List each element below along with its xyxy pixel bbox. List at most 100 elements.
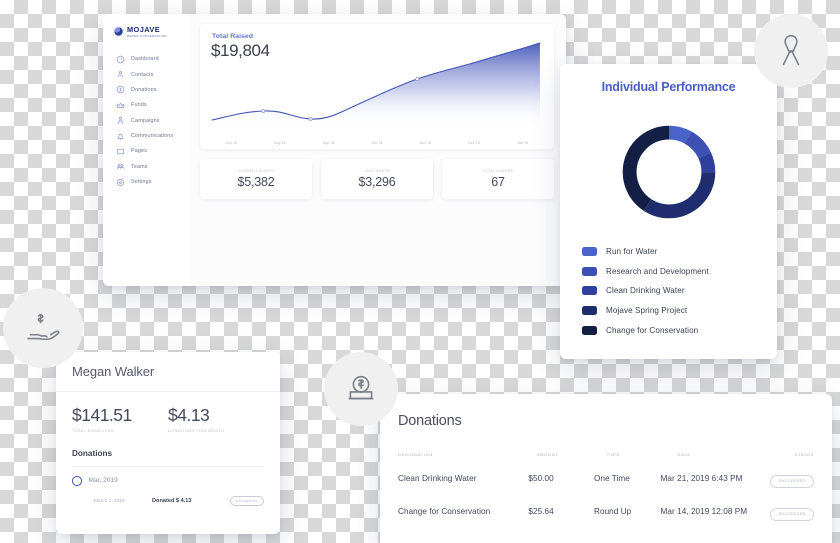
legend-swatch xyxy=(582,286,597,296)
sidebar-item-donations[interactable]: Donations xyxy=(103,82,189,97)
donor-name: Megan Walker xyxy=(72,364,155,379)
cell-status: SUCCEEDED xyxy=(770,502,814,521)
sidebar-item-label: Dashboard xyxy=(131,56,159,63)
page-title: Donations xyxy=(398,413,462,429)
cell-type: Round Up xyxy=(594,507,632,516)
stat-value: 67 xyxy=(491,175,505,189)
stat-label: TOTAL DONORS xyxy=(482,169,514,173)
donor-stats: $141.51 TOTAL DONATIONS $4.13 DONATIONS … xyxy=(72,405,264,433)
stat-value: $5,382 xyxy=(237,175,275,189)
cell-amount: $50.00 xyxy=(528,474,554,483)
performance-legend: Run for Water Research and Development C… xyxy=(582,242,709,340)
sidebar-item-settings[interactable]: Settings xyxy=(103,175,189,190)
hand-dollar-icon-bubble xyxy=(3,288,83,368)
table-row[interactable]: Clean Drinking Water $50.00 One Time Mar… xyxy=(398,462,814,495)
x-tick: Jan 19 xyxy=(517,141,529,145)
legend-item[interactable]: Change for Conservation xyxy=(582,320,709,340)
panel-title: Individual Performance xyxy=(601,80,736,94)
stat-card-total-donors: TOTAL DONORS 67 xyxy=(442,159,554,199)
cell-type: One Time xyxy=(594,474,630,483)
coin-donation-icon xyxy=(348,375,374,400)
sidebar-item-funds[interactable]: Funds xyxy=(103,98,189,113)
chart-x-axis: July 18 Aug 18 Sep 18 Oct 18 Nov 18 Dec … xyxy=(200,141,554,145)
stat-value: $4.13 xyxy=(168,405,210,425)
donation-entry-row[interactable]: March 1, 2019 Donated $ 4.13 ROUNDUPS xyxy=(72,495,264,507)
sidebar-item-label: Settings xyxy=(131,179,152,186)
status-badge: SUCCEEDED xyxy=(770,474,814,488)
performance-donut-chart xyxy=(622,125,715,219)
pages-icon xyxy=(116,147,125,156)
column-header-amount: AMOUNT xyxy=(536,451,559,457)
sidebar-item-campaigns[interactable]: Campaigns xyxy=(103,113,189,128)
cell-designation: Change for Conservation xyxy=(398,507,491,516)
total-raised-area-chart xyxy=(211,42,541,126)
donation-group-row[interactable]: Mar, 2019 xyxy=(72,476,264,486)
cell-date: Mar 21, 2019 6:43 PM xyxy=(660,474,743,483)
x-tick: Oct 18 xyxy=(371,141,383,145)
divider xyxy=(72,466,264,467)
legend-label: Research and Development xyxy=(606,266,709,276)
cell-amount: $25.64 xyxy=(528,507,554,516)
stat-label: CURRENT MONTH xyxy=(238,169,274,173)
hand-dollar-icon xyxy=(27,314,60,341)
total-raised-card: Total Raised $19,804 July 18 Aug 18 Sep … xyxy=(200,24,554,149)
legend-swatch xyxy=(582,266,597,276)
donations-icon xyxy=(116,85,125,94)
contacts-icon xyxy=(116,70,125,79)
stat-label: LAST MONTH xyxy=(364,169,390,173)
donation-tag-badge: ROUNDUPS xyxy=(230,495,264,507)
sidebar-item-dashboard[interactable]: Dashboard xyxy=(103,52,189,67)
ribbon-icon xyxy=(782,34,800,66)
brand-name: MOJAVE xyxy=(127,25,161,34)
legend-item[interactable]: Mojave Spring Project xyxy=(582,301,709,321)
column-header-date: DATE xyxy=(677,451,691,457)
dashboard-window: MOJAVE WATER CONSERVATION Dashboard Cont… xyxy=(103,14,566,286)
table-row[interactable]: Change for Conservation $25.64 Round Up … xyxy=(398,495,814,528)
coin-donation-icon-bubble xyxy=(324,352,398,426)
donor-stat-month: $4.13 DONATIONS THIS MONTH xyxy=(168,405,264,433)
brand-tagline: WATER CONSERVATION xyxy=(127,33,167,38)
legend-label: Mojave Spring Project xyxy=(606,306,688,316)
cell-status: SUCCEEDED xyxy=(770,469,814,488)
sidebar-item-communications[interactable]: Communications xyxy=(103,128,189,143)
stat-label: DONATIONS THIS MONTH xyxy=(168,429,225,433)
legend-item[interactable]: Run for Water xyxy=(582,242,709,262)
total-raised-label: Total Raised xyxy=(212,33,254,40)
x-tick: Sep 18 xyxy=(322,141,335,145)
teams-icon xyxy=(116,162,125,171)
sidebar-item-pages[interactable]: Pages xyxy=(103,144,189,159)
bell-icon xyxy=(116,132,125,141)
column-header-status: STATUS xyxy=(794,451,814,457)
sidebar-item-label: Contacts xyxy=(131,71,154,78)
legend-swatch xyxy=(582,306,597,316)
donation-date: March 1, 2019 xyxy=(94,498,125,504)
legend-label: Change for Conservation xyxy=(606,325,699,335)
x-tick: Dec 18 xyxy=(468,141,481,145)
cell-date: Mar 14, 2019 12:08 PM xyxy=(660,507,748,516)
legend-swatch xyxy=(582,325,597,335)
donation-group-label: Mar, 2019 xyxy=(88,477,118,485)
legend-item[interactable]: Research and Development xyxy=(582,262,709,282)
circle-marker-icon xyxy=(72,476,82,486)
legend-item[interactable]: Clean Drinking Water xyxy=(582,281,709,301)
dashboard-sidebar: MOJAVE WATER CONSERVATION Dashboard Cont… xyxy=(103,14,190,286)
donor-card-header: Megan Walker xyxy=(56,352,280,392)
gauge-icon xyxy=(116,55,125,64)
dashboard-main: Total Raised $19,804 July 18 Aug 18 Sep … xyxy=(189,14,566,286)
ribbon-icon-bubble xyxy=(754,14,828,88)
cell-designation: Clean Drinking Water xyxy=(398,474,477,483)
brand-logo[interactable]: MOJAVE WATER CONSERVATION xyxy=(103,14,189,38)
x-tick: July 18 xyxy=(225,141,238,145)
sidebar-item-label: Pages xyxy=(131,148,148,155)
donations-table: DESIGNATION AMOUNT TYPE DATE STATUS Clea… xyxy=(380,446,832,528)
sidebar-item-contacts[interactable]: Contacts xyxy=(103,67,189,82)
stat-value: $3,296 xyxy=(358,175,396,189)
donor-profile-card: Megan Walker $141.51 TOTAL DONATIONS $4.… xyxy=(56,352,280,534)
legend-label: Run for Water xyxy=(606,247,658,257)
individual-performance-panel: Individual Performance Run for Water Res… xyxy=(560,64,777,359)
gear-icon xyxy=(116,178,125,187)
donation-amount: Donated $ 4.13 xyxy=(152,497,192,504)
sidebar-item-teams[interactable]: Teams xyxy=(103,159,189,174)
sidebar-item-label: Teams xyxy=(131,163,148,170)
funds-icon xyxy=(116,101,125,110)
